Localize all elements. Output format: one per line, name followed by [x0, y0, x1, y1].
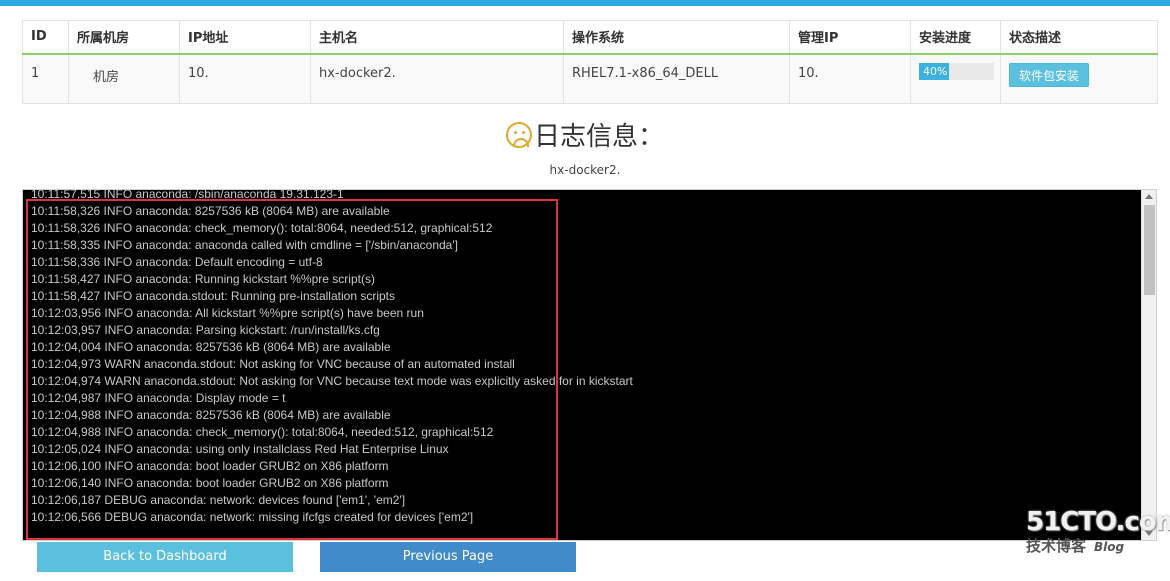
- table-header-row: ID 所属机房 IP地址 主机名 操作系统 管理IP 安装进度 状态描述: [22, 20, 1158, 55]
- log-line: 10:12:03,956 INFO anaconda: All kickstar…: [31, 306, 424, 320]
- header-id: ID: [22, 20, 69, 55]
- log-line: 10:11:58,326 INFO anaconda: check_memory…: [31, 221, 493, 235]
- cell-mgmt-ip: 10.: [789, 53, 911, 104]
- log-title-text: 日志信息：: [533, 122, 664, 152]
- cell-ip: 10.: [179, 53, 311, 104]
- log-lines: 10:11:57,515 INFO anaconda: /sbin/anacon…: [31, 190, 1131, 526]
- log-line: 10:11:58,336 INFO anaconda: Default enco…: [31, 255, 323, 269]
- header-ip: IP地址: [179, 20, 311, 55]
- header-os: 操作系统: [563, 20, 790, 55]
- progress-label: 40%: [923, 64, 948, 78]
- log-line: 10:11:58,427 INFO anaconda.stdout: Runni…: [31, 289, 395, 303]
- console-scrollbar[interactable]: [1141, 190, 1156, 540]
- log-line: 10:11:58,427 INFO anaconda: Running kick…: [31, 272, 375, 286]
- cell-os: RHEL7.1-x86_64_DELL: [563, 53, 790, 104]
- log-hostname: hx-docker2.: [549, 163, 621, 177]
- log-line: 10:11:58,335 INFO anaconda: anaconda cal…: [31, 238, 458, 252]
- log-line: 10:12:04,974 WARN anaconda.stdout: Not a…: [31, 374, 633, 388]
- sad-face-icon: [505, 122, 532, 148]
- header-mgmt-ip: 管理IP: [789, 20, 911, 55]
- cell-id: 1: [22, 53, 69, 104]
- watermark-bottom: 技术博客 Blog: [1026, 535, 1156, 556]
- log-line: 10:12:04,987 INFO anaconda: Display mode…: [31, 391, 286, 405]
- header-progress: 安装进度: [910, 20, 1001, 55]
- log-line: 10:11:58,326 INFO anaconda: 8257536 kB (…: [31, 204, 390, 218]
- scroll-thumb[interactable]: [1144, 205, 1155, 295]
- watermark-logo: 51CTO.com 技术博客 Blog: [1026, 507, 1170, 567]
- log-line: 10:11:57,515 INFO anaconda: /sbin/anacon…: [31, 189, 344, 201]
- status-button[interactable]: 软件包安装: [1009, 62, 1090, 87]
- log-line: 10:12:06,566 DEBUG anaconda: network: mi…: [31, 510, 474, 524]
- watermark-top: 51CTO.com: [1026, 507, 1170, 537]
- watermark-blog: Blog: [1094, 540, 1125, 554]
- back-to-dashboard-button[interactable]: Back to Dashboard: [37, 542, 293, 572]
- log-line: 10:12:05,024 INFO anaconda: using only i…: [31, 442, 449, 456]
- log-line: 10:12:06,187 DEBUG anaconda: network: de…: [31, 493, 406, 507]
- log-line: 10:12:04,988 INFO anaconda: 8257536 kB (…: [31, 408, 391, 422]
- log-line: 10:12:06,100 INFO anaconda: boot loader …: [31, 459, 389, 473]
- table-row: 1 机房 10. hx-docker2. RHEL7.1-x86_64_DELL…: [22, 53, 1158, 104]
- scroll-up-arrow-icon[interactable]: [1145, 194, 1153, 199]
- previous-page-button[interactable]: Previous Page: [320, 542, 576, 572]
- log-line: 10:12:04,973 WARN anaconda.stdout: Not a…: [31, 357, 515, 371]
- cell-room: 机房: [68, 53, 180, 104]
- log-line: 10:12:04,004 INFO anaconda: 8257536 kB (…: [31, 340, 391, 354]
- log-line: 10:12:06,140 INFO anaconda: boot loader …: [31, 476, 389, 490]
- cell-progress: 40%: [910, 53, 1001, 104]
- header-status: 状态描述: [1000, 20, 1158, 55]
- log-line: 10:12:03,957 INFO anaconda: Parsing kick…: [31, 323, 380, 337]
- header-hostname: 主机名: [310, 20, 564, 55]
- log-console[interactable]: 10:11:57,515 INFO anaconda: /sbin/anacon…: [22, 189, 1157, 541]
- host-table: ID 所属机房 IP地址 主机名 操作系统 管理IP 安装进度 状态描述 1 机…: [22, 20, 1158, 104]
- cell-hostname: hx-docker2.: [310, 53, 564, 104]
- log-title: 日志信息：: [0, 117, 1170, 157]
- room-text: 机房: [93, 69, 120, 85]
- watermark-bottom-text: 技术博客: [1026, 537, 1087, 555]
- header-room: 所属机房: [68, 20, 180, 55]
- top-accent-bar: [0, 0, 1170, 6]
- log-line: 10:12:04,988 INFO anaconda: check_memory…: [31, 425, 494, 439]
- cell-status: 软件包安装: [1000, 53, 1158, 104]
- install-progress-bar: 40%: [919, 62, 994, 80]
